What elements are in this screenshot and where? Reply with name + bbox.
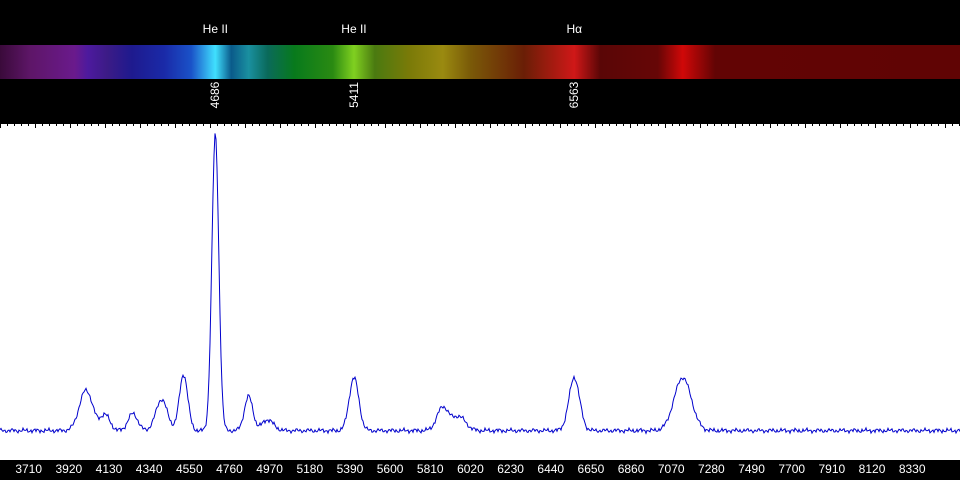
x-tick-label: 8120	[858, 462, 886, 476]
plot-svg	[0, 124, 960, 435]
spectrum-strip: He II He II Hα 4686 5411 6563	[0, 0, 960, 124]
x-tick-label: 7280	[698, 462, 725, 476]
x-tick-label: 6230	[497, 462, 524, 476]
x-tick-label: 5390	[336, 462, 364, 476]
x-tick-label: 5600	[376, 462, 404, 476]
line-label-he-ii-4686: He II	[202, 22, 228, 36]
x-tick-label: 4760	[216, 462, 243, 476]
spectrum-series-line	[0, 133, 960, 435]
spectrum-band	[0, 45, 960, 79]
x-tick-label: 7700	[778, 462, 806, 476]
x-tick-label: 4550	[175, 462, 203, 476]
x-tick-label: 8330	[898, 462, 926, 476]
x-axis: 3710 3920 4130 4340 4550 4760 4970 5180 5390 5600…	[0, 460, 960, 480]
x-tick-label: 7070	[657, 462, 685, 476]
x-tick-label: 3920	[55, 462, 83, 476]
x-tick-label: 6440	[537, 462, 565, 476]
x-tick-label: 7910	[818, 462, 846, 476]
line-label-he-ii-5411: He II	[341, 22, 367, 36]
line-wavelength-4686: 4686	[208, 81, 223, 109]
x-tick-label: 5810	[416, 462, 444, 476]
line-wavelength-6563: 6563	[567, 81, 582, 109]
x-tick-label: 4970	[256, 462, 283, 476]
line-label-h-alpha: Hα	[566, 22, 583, 36]
x-tick-label: 4130	[95, 462, 123, 476]
x-tick-label: 6020	[457, 462, 484, 476]
plot-area	[0, 124, 960, 460]
x-tick-label: 7490	[738, 462, 765, 476]
x-tick-label: 6860	[617, 462, 645, 476]
line-wavelength-5411: 5411	[346, 82, 361, 108]
x-tick-label: 3710	[15, 462, 43, 476]
x-tick-label: 5180	[296, 462, 324, 476]
x-tick-label: 4340	[135, 462, 163, 476]
x-tick-label: 6650	[577, 462, 605, 476]
top-tick-marks	[0, 124, 960, 128]
